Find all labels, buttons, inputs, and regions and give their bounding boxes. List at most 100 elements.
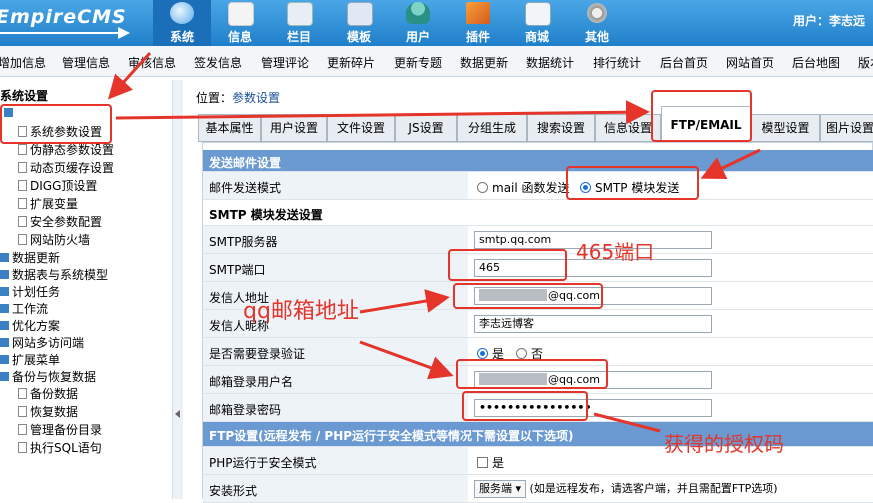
address-suffix: @qq.com: [548, 289, 600, 302]
tab-model[interactable]: 模型设置: [751, 114, 820, 142]
folder-icon: [0, 372, 9, 381]
quick-link[interactable]: 后台地图: [792, 54, 840, 71]
field-label: SMTP端口: [209, 263, 266, 277]
quick-link[interactable]: 签发信息: [194, 54, 242, 71]
quick-link[interactable]: 网站首页: [726, 54, 774, 71]
tree-item[interactable]: [4, 106, 16, 120]
tree-group[interactable]: 数据更新: [0, 249, 60, 266]
nav-column[interactable]: 栏目: [270, 0, 328, 46]
nav-other[interactable]: 其他: [568, 0, 626, 46]
document-icon: [18, 198, 27, 209]
quick-link[interactable]: 增加信息: [0, 54, 46, 71]
radio-login-yes[interactable]: 是: [477, 345, 504, 362]
tab-info[interactable]: 信息设置: [595, 114, 661, 142]
tab-image[interactable]: 图片设置: [820, 114, 873, 142]
sidebar-item-system-params[interactable]: 系统参数设置: [18, 123, 102, 140]
nav-plugin[interactable]: 插件: [449, 0, 507, 46]
php-safe-checkbox[interactable]: 是: [477, 454, 504, 471]
radio-mail-func[interactable]: mail 函数发送: [477, 179, 570, 196]
folder-icon: [0, 287, 9, 296]
quick-link[interactable]: 管理评论: [261, 54, 309, 71]
gear-icon: [585, 2, 609, 24]
tab-basic[interactable]: 基本属性: [198, 114, 261, 142]
breadcrumb-link[interactable]: 参数设置: [232, 91, 280, 105]
nav-label: 用户: [405, 30, 430, 44]
radio-smtp[interactable]: SMTP 模块发送: [580, 179, 679, 196]
nav-template[interactable]: 模板: [330, 0, 388, 46]
quick-link[interactable]: 版本: [858, 54, 873, 71]
quick-link[interactable]: 后台首页: [660, 54, 708, 71]
login-password-input[interactable]: ••••••••••••••••: [474, 399, 712, 417]
nav-shop[interactable]: 商城: [508, 0, 566, 46]
nav-user[interactable]: 用户: [389, 0, 447, 46]
field-label: 邮箱登录用户名: [209, 375, 294, 389]
quick-menu-bar: 增加信息 管理信息 审核信息 签发信息 管理评论 更新碎片 更新专题 数据更新 …: [0, 46, 873, 77]
quick-link[interactable]: 数据更新: [460, 54, 508, 71]
document-icon: [18, 388, 27, 399]
tree-group[interactable]: 工作流: [0, 300, 48, 317]
current-user: 用户：李志远: [792, 14, 865, 28]
sidebar-item-sql[interactable]: 执行SQL语句: [18, 439, 102, 456]
radio-login-no[interactable]: 否: [516, 345, 543, 362]
nav-label: 栏目: [286, 30, 311, 44]
sidebar-item-label: 管理备份目录: [30, 423, 103, 437]
tree-group[interactable]: 计划任务: [0, 283, 60, 300]
sidebar-item-rewrite[interactable]: 伪静态参数设置: [18, 141, 114, 158]
plugin-icon: [466, 2, 490, 24]
tree-group-label: 数据表与系统模型: [12, 268, 109, 282]
sidebar-item-digg[interactable]: DIGG顶设置: [18, 177, 97, 194]
sidebar-item-cache[interactable]: 动态页缓存设置: [18, 159, 114, 176]
sidebar-item-label: 安全参数配置: [30, 215, 103, 229]
quick-link[interactable]: 数据统计: [526, 54, 574, 71]
tab-group[interactable]: 分组生成: [457, 114, 527, 142]
tree-group-label: 工作流: [12, 302, 49, 316]
radio-label: mail 函数发送: [492, 181, 570, 195]
nav-system[interactable]: 系统: [153, 0, 211, 46]
logo-underline: [0, 32, 120, 34]
sidebar-item-label: 伪静态参数设置: [30, 143, 115, 157]
checkbox-icon: [477, 457, 488, 468]
sidebar-item-restore[interactable]: 恢复数据: [18, 403, 78, 420]
sidebar-item-backup-dir[interactable]: 管理备份目录: [18, 421, 102, 438]
sidebar-splitter[interactable]: [172, 80, 183, 499]
tab-ftp-email[interactable]: FTP/EMAIL: [661, 106, 751, 142]
login-username-input[interactable]: @qq.com: [474, 371, 712, 389]
document-icon: [18, 234, 27, 245]
tree-group[interactable]: 网站多访问端: [0, 334, 84, 351]
sender-address-input[interactable]: @qq.com: [474, 287, 712, 305]
tab-user[interactable]: 用户设置: [261, 114, 327, 142]
tab-search[interactable]: 搜索设置: [527, 114, 595, 142]
radio-label: 是: [492, 347, 505, 361]
section-header-email: 发送邮件设置: [203, 150, 873, 172]
tree-group[interactable]: 扩展菜单: [0, 351, 60, 368]
nav-info[interactable]: 信息: [211, 0, 269, 46]
folder-icon: [0, 304, 9, 313]
tab-file[interactable]: 文件设置: [327, 114, 395, 142]
tree-group[interactable]: 备份与恢复数据: [0, 368, 96, 385]
sidebar-item-security[interactable]: 安全参数配置: [18, 213, 102, 230]
quick-link[interactable]: 排行统计: [593, 54, 641, 71]
sidebar-item-ext-vars[interactable]: 扩展变量: [18, 195, 78, 212]
tree-group[interactable]: 优化方案: [0, 317, 60, 334]
row-smtp-server: SMTP服务器 smtp.qq.com: [203, 226, 873, 254]
collapse-arrow-icon[interactable]: [175, 410, 180, 418]
quick-link[interactable]: 审核信息: [128, 54, 176, 71]
quick-link[interactable]: 管理信息: [62, 54, 110, 71]
tree-root-system[interactable]: 系统设置: [0, 87, 48, 104]
sidebar-item-label: 扩展变量: [30, 197, 79, 211]
nav-label: 模板: [346, 30, 371, 44]
tree-group-label: 备份与恢复数据: [12, 370, 97, 384]
tab-js[interactable]: JS设置: [395, 114, 457, 142]
radio-label: 否: [531, 347, 544, 361]
quick-link[interactable]: 更新专题: [394, 54, 442, 71]
sidebar-item-backup[interactable]: 备份数据: [18, 385, 78, 402]
logo[interactable]: EmpireCMS: [0, 0, 150, 46]
folder-icon: [4, 108, 13, 117]
system-icon: [170, 2, 194, 24]
install-type-select[interactable]: 服务端 ▾: [474, 480, 527, 498]
sender-name-input[interactable]: 李志远博客: [474, 315, 712, 333]
tree-group[interactable]: 数据表与系统模型: [0, 266, 108, 283]
sidebar-item-firewall[interactable]: 网站防火墙: [18, 231, 90, 248]
quick-link[interactable]: 更新碎片: [327, 54, 375, 71]
tree-group-label: 数据更新: [12, 251, 61, 265]
